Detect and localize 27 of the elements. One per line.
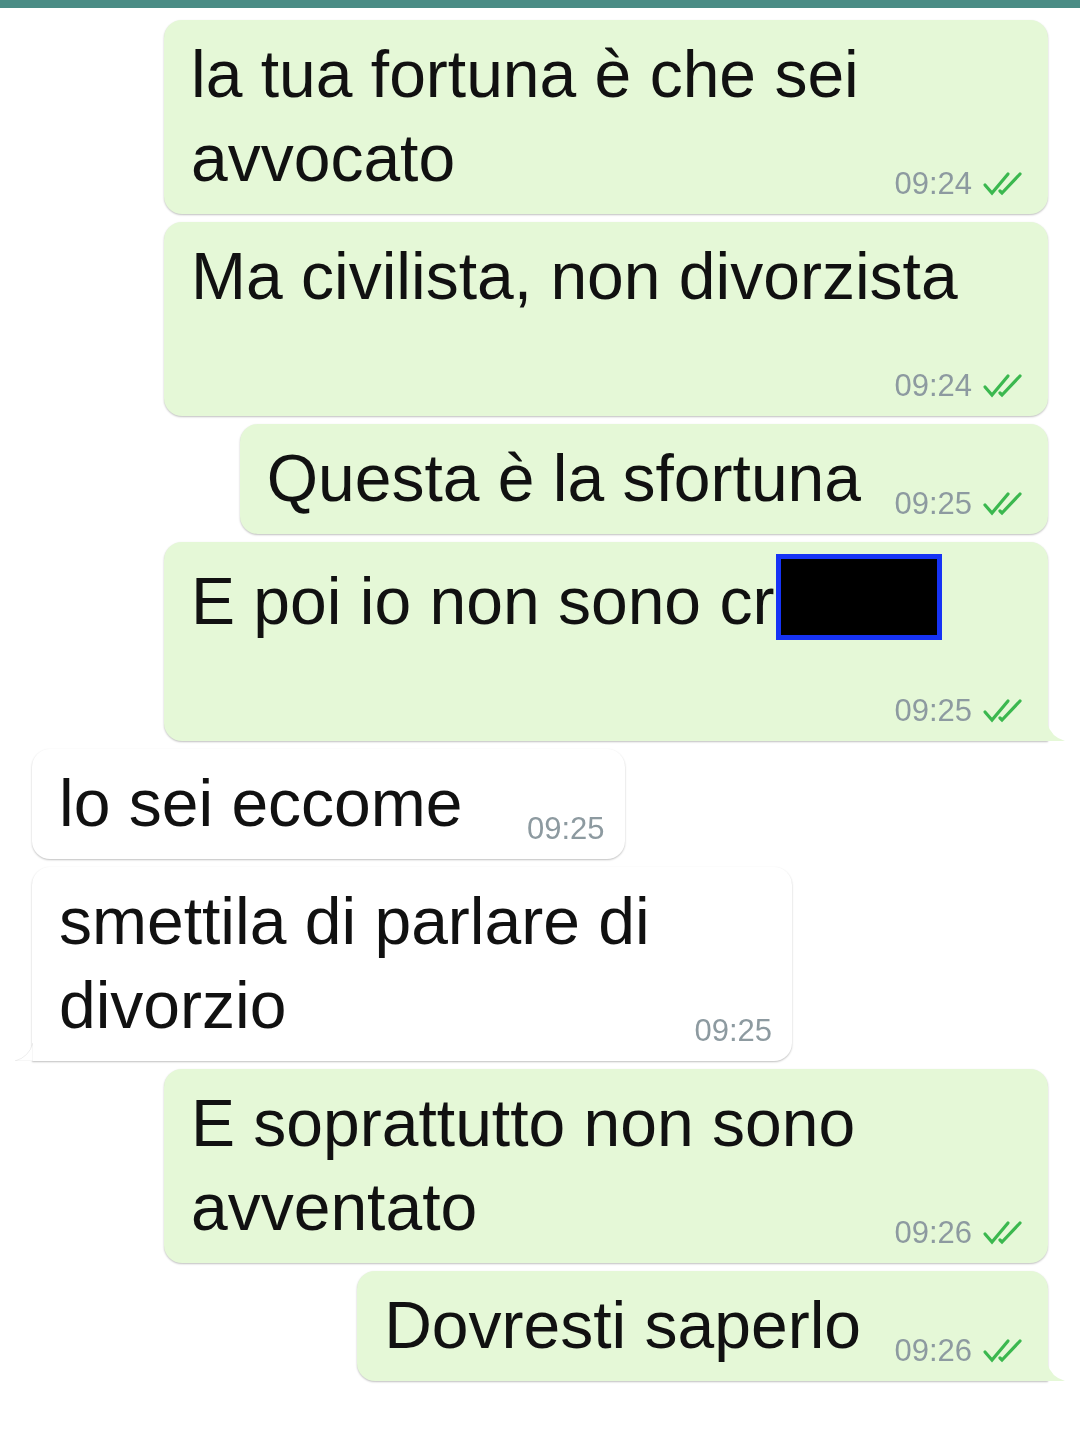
message-text: Dovresti saperlo bbox=[384, 1288, 861, 1362]
message-time: 09:24 bbox=[894, 368, 972, 404]
message-text: la tua fortuna è che sei avvocato bbox=[191, 37, 859, 195]
message-bubble[interactable]: Dovresti saperlo 09:26 bbox=[357, 1271, 1048, 1381]
message-time: 09:25 bbox=[526, 811, 605, 847]
message-time: 09:25 bbox=[894, 486, 972, 522]
message-bubble[interactable]: la tua fortuna è che sei avvocato 09:24 bbox=[164, 20, 1048, 214]
message-text: E soprattutto non sono avventato bbox=[191, 1086, 856, 1244]
bubble-tail bbox=[1047, 723, 1065, 741]
message-bubble[interactable]: Questa è la sfortuna 09:25 bbox=[239, 424, 1048, 534]
message-bubble[interactable]: E soprattutto non sono avventato 09:26 bbox=[164, 1069, 1048, 1263]
message-text: Ma civilista, non divorzista bbox=[191, 239, 958, 313]
message-bubble[interactable]: Ma civilista, non divorzista 09:24 bbox=[164, 222, 1048, 416]
message-time: 09:25 bbox=[694, 1013, 772, 1049]
bubble-tail bbox=[15, 1043, 33, 1061]
message-time: 09:26 bbox=[894, 1333, 972, 1369]
message-bubble[interactable]: E poi io non sono cr 09:25 bbox=[164, 542, 1048, 741]
message-text: lo sei eccome bbox=[59, 766, 463, 840]
message-time: 09:26 bbox=[894, 1215, 972, 1251]
message-time: 09:24 bbox=[894, 166, 972, 202]
message-text: smettila di parlare di divorzio bbox=[59, 884, 650, 1042]
message-time: 09:25 bbox=[894, 693, 972, 729]
message-bubble[interactable]: smettila di parlare di divorzio 09:25 bbox=[32, 867, 792, 1061]
message-bubble[interactable]: lo sei eccome 09:25 bbox=[32, 749, 625, 859]
bubble-tail bbox=[1047, 1363, 1065, 1381]
message-text: E poi io non sono cr bbox=[191, 564, 775, 638]
message-text: Questa è la sfortuna bbox=[266, 441, 861, 515]
